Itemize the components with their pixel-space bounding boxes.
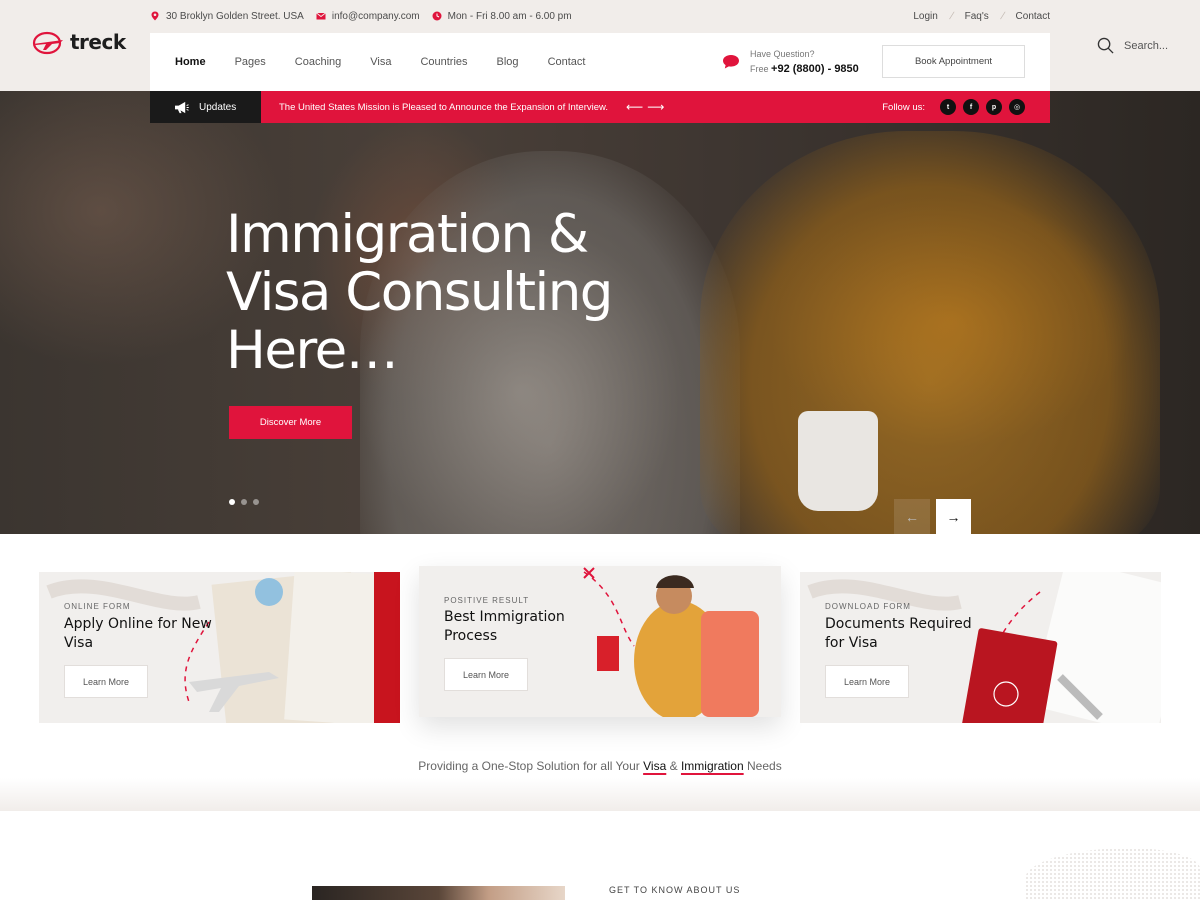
- card-kicker: ONLINE FORM: [64, 602, 131, 611]
- section-divider: [0, 778, 1200, 811]
- discover-more-button[interactable]: Discover More: [229, 406, 352, 439]
- search-icon[interactable]: [1097, 37, 1114, 54]
- location-pin-icon: [151, 11, 159, 21]
- clock-icon: [432, 11, 442, 21]
- card-kicker: DOWNLOAD FORM: [825, 602, 911, 611]
- nav-item-home[interactable]: Home: [175, 56, 206, 68]
- megaphone-icon: [175, 101, 189, 113]
- hero-title: Immigration & Visa Consulting Here…: [226, 206, 706, 380]
- card-title: Apply Online for New Visa: [64, 616, 212, 651]
- question-label: Have Question?: [750, 49, 815, 59]
- login-link[interactable]: Login: [913, 11, 937, 22]
- divider: /: [947, 10, 955, 22]
- ticker-next-icon[interactable]: ⟶: [647, 100, 668, 114]
- hero-image-mug: [798, 411, 878, 511]
- address-item: 30 Broklyn Golden Street. USA: [150, 11, 304, 22]
- search[interactable]: Search...: [1097, 37, 1168, 54]
- hours-item: Mon - Fri 8.00 am - 6.00 pm: [432, 11, 572, 22]
- hours-text: Mon - Fri 8.00 am - 6.00 pm: [447, 10, 572, 22]
- phone-contact[interactable]: Have Question? Free +92 (8800) - 9850: [722, 47, 859, 77]
- card-title: Documents Required for Visa: [825, 616, 972, 651]
- faqs-link[interactable]: Faq's: [965, 11, 989, 22]
- slider-dot[interactable]: [229, 499, 235, 505]
- divider: /: [998, 10, 1006, 22]
- slider-dot[interactable]: [253, 499, 259, 505]
- slider-dots: [229, 499, 259, 505]
- nav-item-contact[interactable]: Contact: [548, 56, 586, 68]
- nav-item-blog[interactable]: Blog: [497, 56, 519, 68]
- email-item[interactable]: info@company.com: [316, 11, 420, 22]
- learn-more-button[interactable]: Learn More: [64, 665, 148, 698]
- chat-bubble-icon: [723, 55, 739, 69]
- facebook-icon[interactable]: f: [963, 99, 979, 115]
- card-title: Best Immigration Process: [444, 609, 565, 644]
- email-text[interactable]: info@company.com: [332, 11, 420, 22]
- logo[interactable]: treck: [30, 28, 126, 56]
- top-links: Login / Faq's / Contact: [913, 11, 1050, 22]
- phone-text: Have Question? Free +92 (8800) - 9850: [750, 47, 859, 77]
- service-card-apply[interactable]: ONLINE FORM Apply Online for New Visa Le…: [39, 572, 400, 723]
- hero-title-line: Visa Consulting: [226, 262, 613, 323]
- nav-item-coaching[interactable]: Coaching: [295, 56, 341, 68]
- envelope-icon: [316, 12, 326, 20]
- nav-item-visa[interactable]: Visa: [370, 56, 391, 68]
- hero-title-line: Immigration &: [226, 204, 589, 265]
- learn-more-button[interactable]: Learn More: [825, 665, 909, 698]
- info-bar: 30 Broklyn Golden Street. USA info@compa…: [150, 9, 1050, 23]
- hero-slider: Immigration & Visa Consulting Here… Disc…: [0, 91, 1200, 534]
- updates-label-text: Updates: [199, 101, 237, 113]
- tagline: Providing a One-Stop Solution for all Yo…: [0, 759, 1200, 773]
- arrow-right-icon: →: [946, 508, 961, 525]
- phone-number[interactable]: +92 (8800) - 9850: [771, 63, 859, 75]
- plane-logo-icon: [32, 31, 63, 55]
- service-card-documents[interactable]: DOWNLOAD FORM Documents Required for Vis…: [800, 572, 1161, 723]
- updates-label: Updates: [150, 91, 261, 123]
- search-placeholder[interactable]: Search...: [1124, 40, 1168, 52]
- learn-more-button[interactable]: Learn More: [444, 658, 528, 691]
- arrow-left-icon: ←: [905, 508, 919, 525]
- tagline-text: Needs: [747, 759, 782, 773]
- tagline-text: Providing a One-Stop Solution for all Yo…: [418, 759, 640, 773]
- address-text: 30 Broklyn Golden Street. USA: [166, 10, 304, 22]
- logo-text: treck: [70, 30, 126, 54]
- updates-message[interactable]: The United States Mission is Pleased to …: [279, 102, 608, 113]
- nav-item-countries[interactable]: Countries: [420, 56, 467, 68]
- prev-slide-button[interactable]: ←: [894, 499, 930, 534]
- pinterest-icon[interactable]: p: [986, 99, 1002, 115]
- updates-ticker: The United States Mission is Pleased to …: [261, 91, 1050, 123]
- book-appointment-button[interactable]: Book Appointment: [882, 45, 1025, 78]
- service-card-process[interactable]: POSITIVE RESULT Best Immigration Process…: [419, 566, 781, 717]
- hero-title-line: Here…: [226, 320, 399, 381]
- twitter-icon[interactable]: t: [940, 99, 956, 115]
- updates-bar: Updates The United States Mission is Ple…: [150, 91, 1050, 123]
- follow-us: Follow us: t f p ◎: [882, 91, 1025, 123]
- world-map-dots: [1025, 848, 1200, 900]
- tagline-visa-link[interactable]: Visa: [643, 759, 666, 773]
- free-label: Free: [750, 64, 769, 74]
- instagram-icon[interactable]: ◎: [1009, 99, 1025, 115]
- ticker-prev-icon[interactable]: ⟵: [626, 100, 647, 114]
- tagline-immigration-link[interactable]: Immigration: [681, 759, 744, 773]
- main-nav: Home Pages Coaching Visa Countries Blog …: [150, 33, 1050, 91]
- next-slide-button[interactable]: →: [936, 499, 971, 534]
- tagline-text: &: [669, 759, 678, 773]
- about-image: [312, 886, 565, 900]
- card-kicker: POSITIVE RESULT: [444, 596, 530, 605]
- about-kicker: GET TO KNOW ABOUT US: [609, 885, 741, 895]
- slider-dot[interactable]: [241, 499, 247, 505]
- nav-item-pages[interactable]: Pages: [235, 56, 266, 68]
- follow-label: Follow us:: [882, 101, 925, 113]
- contact-link[interactable]: Contact: [1016, 11, 1050, 22]
- ticker-arrows: ⟵⟶: [626, 100, 668, 114]
- hero-image-woman: [700, 131, 1160, 534]
